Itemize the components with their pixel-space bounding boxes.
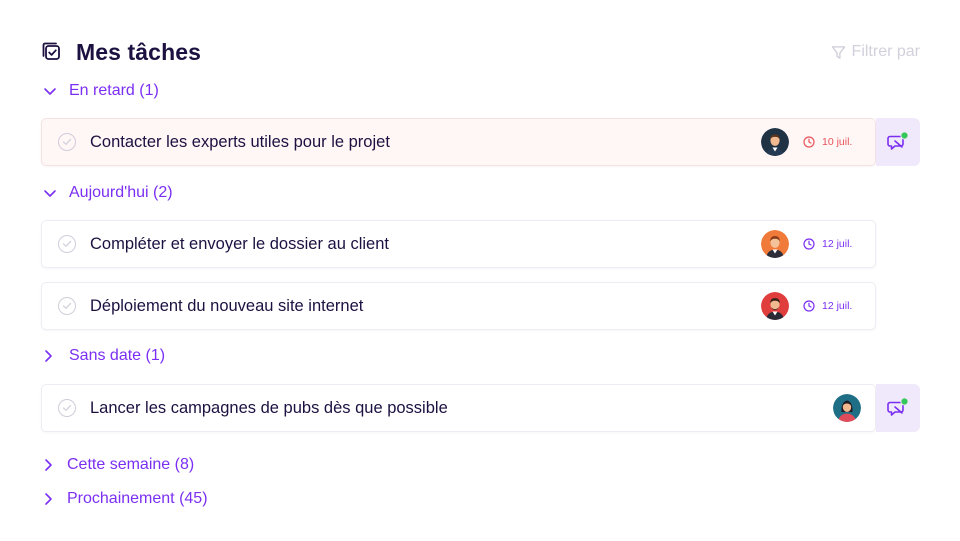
chat-button[interactable] [876, 118, 920, 166]
section-en-retard[interactable]: En retard (1) [41, 82, 159, 100]
task-row[interactable]: Lancer les campagnes de pubs dès que pos… [41, 384, 876, 432]
chevron-right-icon [41, 349, 55, 363]
complete-checkbox[interactable] [58, 235, 76, 253]
avatar[interactable] [761, 230, 789, 258]
page-header: Mes tâches Filtrer par [41, 36, 920, 68]
chat-button[interactable] [876, 384, 920, 432]
check-icon [62, 138, 72, 145]
section-aujourdhui[interactable]: Aujourd'hui (2) [41, 184, 173, 202]
complete-checkbox[interactable] [58, 133, 76, 151]
task-title: Lancer les campagnes de pubs dès que pos… [90, 398, 448, 417]
avatar[interactable] [761, 292, 789, 320]
section-label: Sans date (1) [69, 347, 166, 364]
avatar[interactable] [833, 394, 861, 422]
due-date: 10 juil. [803, 136, 855, 148]
section-label: En retard (1) [69, 82, 159, 99]
task-row[interactable]: Compléter et envoyer le dossier au clien… [41, 220, 876, 268]
clock-icon [803, 136, 815, 148]
section-cette-semaine[interactable]: Cette semaine (8) [41, 456, 194, 474]
due-date-text: 10 juil. [822, 136, 853, 148]
chevron-down-icon [41, 188, 59, 198]
page-title: Mes tâches [76, 38, 202, 65]
complete-checkbox[interactable] [58, 297, 76, 315]
section-label: Aujourd'hui (2) [69, 184, 173, 201]
task-title: Contacter les experts utiles pour le pro… [90, 132, 390, 151]
chat-bubble-icon [887, 131, 909, 150]
section-label: Prochainement (45) [67, 490, 208, 507]
due-date: 12 juil. [803, 300, 855, 312]
avatar[interactable] [761, 128, 789, 156]
due-date: 12 juil. [803, 238, 855, 250]
chat-bubble-icon [887, 397, 909, 416]
chevron-right-icon [41, 492, 55, 506]
clock-icon [803, 300, 815, 312]
due-date-text: 12 juil. [822, 238, 853, 250]
task-list-icon [41, 41, 63, 63]
clock-icon [803, 238, 815, 250]
task-row[interactable]: Contacter les experts utiles pour le pro… [41, 118, 876, 166]
chevron-right-icon [41, 458, 55, 472]
check-icon [62, 302, 72, 309]
filter-icon [831, 45, 845, 59]
section-prochainement[interactable]: Prochainement (45) [41, 490, 208, 508]
section-sans-date[interactable]: Sans date (1) [41, 347, 165, 365]
chevron-down-icon [41, 86, 59, 96]
complete-checkbox[interactable] [58, 399, 76, 417]
due-date-text: 12 juil. [822, 300, 853, 312]
task-title: Déploiement du nouveau site internet [90, 296, 364, 315]
task-title: Compléter et envoyer le dossier au clien… [90, 234, 389, 253]
filter-button[interactable]: Filtrer par [831, 43, 920, 61]
filter-label: Filtrer par [851, 43, 920, 60]
check-icon [62, 404, 72, 411]
check-icon [62, 240, 72, 247]
task-row[interactable]: Déploiement du nouveau site internet 12 … [41, 282, 876, 330]
section-label: Cette semaine (8) [67, 456, 195, 473]
